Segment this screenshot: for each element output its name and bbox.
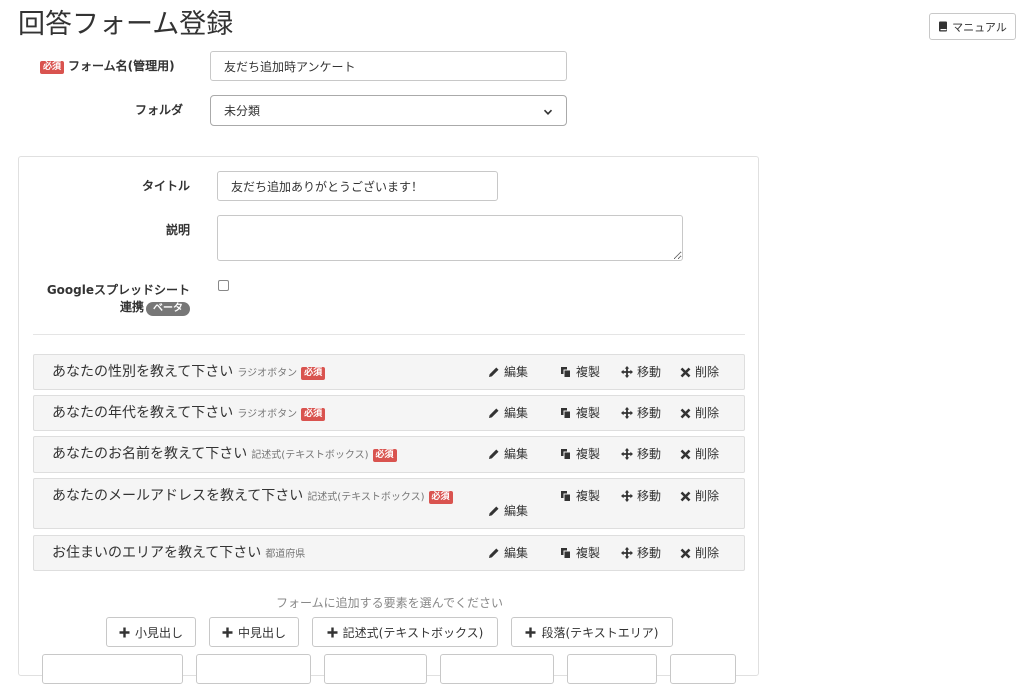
close-icon bbox=[680, 449, 691, 459]
item-type: ラジオボタン bbox=[237, 409, 298, 420]
move-icon bbox=[621, 448, 633, 460]
add-medium-heading-button[interactable]: 中見出し bbox=[209, 617, 299, 647]
move-button[interactable]: 移動 bbox=[621, 405, 661, 421]
manual-button-label: マニュアル bbox=[952, 20, 1007, 34]
required-badge: 必須 bbox=[301, 408, 326, 421]
folder-label: フォルダ bbox=[134, 103, 183, 117]
list-item: あなたの性別を教えて下さい ラジオボタン 必須 編集 複製 移動 削除 bbox=[33, 354, 745, 390]
copy-icon bbox=[561, 491, 571, 502]
item-type: ラジオボタン bbox=[237, 368, 298, 379]
close-icon bbox=[680, 408, 691, 418]
item-type: 都道府県 bbox=[265, 549, 306, 560]
plus-icon bbox=[327, 627, 338, 638]
copy-button[interactable]: 複製 bbox=[560, 545, 600, 561]
plus-icon bbox=[525, 627, 536, 638]
list-item: あなたの年代を教えて下さい ラジオボタン 必須 編集 複製 移動 削除 bbox=[33, 395, 745, 431]
chevron-down-icon bbox=[543, 106, 553, 116]
copy-icon bbox=[561, 449, 571, 460]
copy-icon bbox=[561, 408, 571, 419]
form-name-label: 必須 フォーム名(管理用) bbox=[40, 58, 185, 74]
pencil-icon bbox=[489, 367, 499, 377]
required-badge: 必須 bbox=[428, 491, 453, 504]
delete-button[interactable]: 削除 bbox=[680, 405, 719, 421]
edit-button[interactable]: 編集 bbox=[488, 545, 528, 561]
item-type: 記述式(テキストボックス) bbox=[307, 492, 425, 503]
move-icon bbox=[621, 366, 633, 378]
move-button[interactable]: 移動 bbox=[621, 488, 661, 504]
delete-button[interactable]: 削除 bbox=[680, 364, 719, 380]
move-icon bbox=[621, 547, 633, 559]
move-icon bbox=[621, 490, 633, 502]
delete-button[interactable]: 削除 bbox=[680, 545, 719, 561]
folder-select-value: 未分類 bbox=[224, 104, 261, 118]
item-title: あなたの性別を教えて下さい bbox=[52, 364, 234, 380]
page-title: 回答フォーム登録 bbox=[18, 9, 234, 40]
edit-button[interactable]: 編集 bbox=[488, 503, 528, 519]
copy-button[interactable]: 複製 bbox=[560, 488, 600, 504]
edit-button[interactable]: 編集 bbox=[488, 446, 528, 462]
pencil-icon bbox=[489, 449, 499, 459]
item-title: お住まいのエリアを教えて下さい bbox=[52, 545, 262, 561]
add-small-heading-button[interactable]: 小見出し bbox=[106, 617, 196, 647]
add-textarea-button[interactable]: 段落(テキストエリア) bbox=[511, 617, 673, 647]
delete-button[interactable]: 削除 bbox=[680, 446, 719, 462]
close-icon bbox=[680, 548, 691, 558]
book-icon bbox=[938, 21, 948, 32]
copy-button[interactable]: 複製 bbox=[560, 364, 600, 380]
title-input[interactable] bbox=[217, 171, 498, 201]
plus-icon bbox=[119, 627, 130, 638]
move-button[interactable]: 移動 bbox=[621, 364, 661, 380]
pencil-icon bbox=[489, 548, 499, 558]
description-label: 説明 bbox=[165, 223, 190, 237]
list-item: あなたのお名前を教えて下さい 記述式(テキストボックス) 必須 編集 複製 移動 削… bbox=[33, 436, 745, 473]
sheets-checkbox[interactable] bbox=[218, 280, 229, 291]
move-button[interactable]: 移動 bbox=[621, 446, 661, 462]
form-panel: タイトル 説明 Googleスプレッドシート 連携ベータ あなたの性別を教えて下… bbox=[18, 156, 759, 684]
description-textarea[interactable] bbox=[217, 215, 683, 261]
item-title: あなたのお名前を教えて下さい bbox=[52, 446, 248, 462]
add-element-hint: フォームに追加する要素を選んでください bbox=[275, 596, 504, 610]
title-label: タイトル bbox=[141, 179, 190, 193]
edit-button[interactable]: 編集 bbox=[488, 405, 528, 421]
item-title: あなたのメールアドレスを教えて下さい bbox=[52, 488, 304, 504]
required-badge: 必須 bbox=[301, 367, 326, 380]
copy-button[interactable]: 複製 bbox=[560, 446, 600, 462]
add-textbox-button[interactable]: 記述式(テキストボックス) bbox=[312, 617, 498, 647]
copy-icon bbox=[561, 367, 571, 378]
close-icon bbox=[680, 367, 691, 377]
divider bbox=[33, 334, 745, 335]
form-name-input[interactable] bbox=[210, 51, 567, 81]
pencil-icon bbox=[489, 408, 499, 418]
close-icon bbox=[680, 491, 691, 501]
item-type: 記述式(テキストボックス) bbox=[251, 450, 369, 461]
required-badge: 必須 bbox=[40, 61, 65, 74]
copy-button[interactable]: 複製 bbox=[560, 405, 600, 421]
plus-icon bbox=[222, 627, 233, 638]
folder-select[interactable]: 未分類 bbox=[210, 95, 567, 126]
item-title: あなたの年代を教えて下さい bbox=[52, 405, 234, 421]
delete-button[interactable]: 削除 bbox=[680, 488, 719, 504]
manual-button[interactable]: マニュアル bbox=[929, 13, 1016, 40]
copy-icon bbox=[561, 548, 571, 559]
edit-button[interactable]: 編集 bbox=[488, 364, 528, 380]
pencil-icon bbox=[489, 506, 499, 516]
required-badge: 必須 bbox=[372, 449, 397, 462]
move-button[interactable]: 移動 bbox=[621, 545, 661, 561]
move-icon bbox=[621, 407, 633, 419]
sheets-label: Googleスプレッドシート 連携 ベータ bbox=[46, 283, 190, 316]
list-item: あなたのメールアドレスを教えて下さい 記述式(テキストボックス) 必須 編集 複製 … bbox=[33, 478, 745, 529]
beta-badge: ベータ bbox=[146, 302, 190, 316]
list-item: お住まいのエリアを教えて下さい 都道府県 編集 複製 移動 削除 bbox=[33, 535, 745, 571]
